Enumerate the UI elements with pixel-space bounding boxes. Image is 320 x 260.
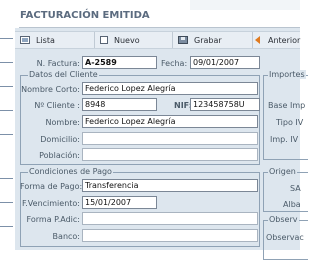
address-field[interactable] — [82, 132, 258, 145]
client-data-title: Datos del Cliente — [28, 70, 99, 79]
new-button-label: Nuevo — [114, 35, 140, 45]
additional-payment-field[interactable] — [82, 212, 258, 225]
invoice-number-field[interactable]: A-2589 — [82, 56, 157, 69]
invoice-date-label: Fecha: — [161, 59, 188, 68]
left-nav-item[interactable] — [0, 134, 13, 135]
save-button[interactable]: Grabar — [173, 32, 253, 48]
base-amount-label: Base Imp — [268, 101, 306, 110]
invoice-number-label: N. Factura: — [36, 59, 80, 68]
name-field[interactable]: Federico Lopez Alegría — [82, 115, 258, 128]
list-button-label: Lista — [36, 35, 55, 45]
vat-type-label: Tipo IV — [276, 118, 304, 127]
city-field[interactable] — [82, 148, 258, 161]
nif-field[interactable]: 123458758U — [190, 98, 260, 111]
left-nav-strip — [0, 0, 15, 250]
toolbar: Lista Nuevo Grabar Anterior — [15, 31, 300, 49]
left-nav-item[interactable] — [0, 226, 13, 227]
save-button-label: Grabar — [194, 35, 222, 45]
new-button[interactable]: Nuevo — [95, 32, 173, 48]
left-nav-item[interactable] — [0, 62, 13, 63]
due-date-label: F.Vencimiento: — [21, 199, 80, 208]
left-nav-item[interactable] — [0, 202, 13, 203]
invoice-date-field[interactable]: 09/01/2007 — [190, 56, 260, 69]
bank-field[interactable] — [82, 229, 258, 242]
previous-button-label: Anterior — [268, 35, 301, 45]
origin-title: Origen — [268, 167, 297, 176]
list-button[interactable]: Lista — [15, 32, 95, 48]
client-number-label: Nº Cliente : — [34, 101, 80, 110]
address-label: Domicilio: — [40, 135, 80, 144]
client-number-field[interactable]: 8948 — [82, 98, 157, 111]
left-nav-item[interactable] — [0, 178, 13, 179]
left-nav-item[interactable] — [0, 38, 13, 39]
page-title: FACTURACIÓN EMITIDA — [19, 0, 300, 28]
short-name-field[interactable]: Federico Lopez Alegría — [82, 82, 258, 95]
left-nav-item[interactable] — [0, 86, 13, 87]
amounts-title: Importes — [268, 70, 306, 79]
due-date-field[interactable]: 15/01/2007 — [82, 196, 157, 209]
vat-amount-label: Imp. IV — [270, 135, 299, 144]
city-label: Población: — [39, 151, 80, 160]
observations-title: Observ — [268, 215, 299, 224]
additional-payment-label: Forma P.Adic: — [26, 215, 80, 224]
new-document-icon — [100, 36, 108, 44]
payment-conditions-title: Condiciones de Pago — [28, 167, 113, 176]
previous-button[interactable]: Anterior — [253, 32, 300, 48]
observations-label: Observac — [266, 233, 304, 242]
payment-method-field[interactable]: Transferencia — [82, 179, 258, 192]
origin-delivery-label: Alba — [283, 200, 301, 209]
name-label: Nombre: — [45, 118, 80, 127]
origin-sa-label: SA — [290, 184, 301, 193]
arrow-left-icon — [255, 36, 260, 44]
floppy-disk-icon — [178, 36, 188, 44]
payment-method-label: Forma de Pago: — [20, 182, 83, 191]
left-nav-item[interactable] — [0, 110, 13, 111]
list-icon — [20, 36, 30, 44]
bank-label: Banco: — [52, 232, 80, 241]
short-name-label: Nombre Corto: — [21, 85, 80, 94]
